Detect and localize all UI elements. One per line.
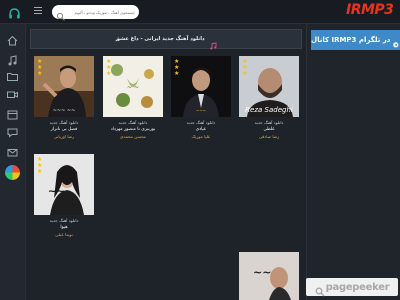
- svg-text:~~: ~~: [253, 266, 271, 279]
- magnifier-icon: [315, 282, 325, 297]
- song-card[interactable]: Reza Sadeghi ★ ★ ★ دانلود آهنگ جدید غلطی ر…: [239, 56, 299, 139]
- card-subtitle: دانلود آهنگ جدید: [49, 120, 79, 125]
- card-subtitle: دانلود آهنگ جدید: [118, 120, 148, 125]
- calendar-icon[interactable]: [6, 106, 19, 120]
- site-logo[interactable]: IRMP3: [346, 2, 394, 18]
- rating-stars: ★ ★ ★: [106, 58, 111, 77]
- svg-text:~~: ~~: [48, 186, 65, 197]
- top-header: IRMP3: [0, 0, 400, 24]
- card-subtitle: دانلود آهنگ جدید: [49, 218, 79, 223]
- search-icon[interactable]: [56, 7, 66, 21]
- song-card[interactable]: ~ ~ ★ ★ ★ دانلود آهنگ جدید بورنبری تا منصو…: [103, 56, 163, 139]
- rating-stars: ★ ★ ★: [174, 58, 179, 77]
- rating-stars: ★ ★ ★: [37, 156, 42, 175]
- album-cover[interactable]: ~~ ★ ★ ★: [34, 154, 94, 215]
- rating-stars: ★ ★ ★: [37, 58, 42, 77]
- card-subtitle: دانلود آهنگ جدید: [254, 120, 284, 125]
- song-card[interactable]: ~~~ ~~ ★ ★ ★ دانلود آهنگ جدید فصل بی ناترا…: [34, 56, 94, 139]
- card-title[interactable]: غلطی: [239, 127, 299, 132]
- svg-text:~~~ ~~: ~~~ ~~: [53, 108, 76, 114]
- telegram-icon: [393, 33, 399, 48]
- right-panel: کانال IRMP3 در تلگرام: [306, 24, 400, 300]
- song-card[interactable]: ~~ ★ ★ ★ دانلود آهنگ جدید هیوا نویدا غیلی: [34, 154, 94, 237]
- search-input[interactable]: [67, 6, 135, 18]
- menu-icon[interactable]: [34, 7, 42, 16]
- card-title[interactable]: هیوا: [34, 225, 94, 230]
- album-cover[interactable]: ~~~ ★ ★ ★: [171, 56, 231, 117]
- card-artist[interactable]: محسن محمدی: [103, 134, 163, 139]
- album-cover[interactable]: ~~~ ~~ ★ ★ ★: [34, 56, 94, 117]
- svg-text:Reza Sadeghi: Reza Sadeghi: [245, 106, 293, 114]
- card-artist[interactable]: رضا صادقی: [239, 134, 299, 139]
- card-artist[interactable]: نویدا غیلی: [34, 232, 94, 237]
- banner-title: دانلود آهنگ جدید ایرانی - داغ عشق: [115, 36, 205, 42]
- card-title[interactable]: بورنبری تا منصور مهرداد: [103, 127, 163, 132]
- album-cover[interactable]: ~~: [239, 252, 299, 300]
- mail-icon[interactable]: [6, 144, 19, 157]
- user-avatar[interactable]: [5, 165, 20, 180]
- left-sidebar: [0, 24, 26, 300]
- telegram-text: کانال IRMP3 در تلگرام: [311, 36, 391, 44]
- music-note-icon: [209, 35, 217, 50]
- album-cover[interactable]: ~ ~ ★ ★ ★: [103, 56, 163, 117]
- svg-text:~ ~: ~ ~: [127, 84, 139, 91]
- card-title[interactable]: عیادی: [171, 127, 231, 132]
- watermark: pagepeeker: [306, 278, 398, 297]
- card-subtitle: دانلود آهنگ جدید: [186, 120, 216, 125]
- song-card[interactable]: ~~~ ★ ★ ★ دانلود آهنگ جدید عیادی علیا موزی…: [171, 56, 231, 139]
- home-icon[interactable]: [6, 32, 19, 46]
- headphones-icon[interactable]: [8, 5, 21, 19]
- album-cover[interactable]: Reza Sadeghi ★ ★ ★: [239, 56, 299, 117]
- video-icon[interactable]: [6, 86, 19, 99]
- search-box[interactable]: [52, 5, 139, 21]
- card-title[interactable]: فصل بی ناترار: [34, 127, 94, 132]
- telegram-banner[interactable]: کانال IRMP3 در تلگرام: [311, 30, 400, 50]
- music-note-icon[interactable]: [6, 52, 19, 66]
- svg-text:~~~: ~~~: [196, 108, 206, 113]
- card-artist[interactable]: علیا موزیک: [171, 134, 231, 139]
- chat-icon[interactable]: [6, 124, 19, 138]
- folder-icon[interactable]: [6, 68, 19, 81]
- watermark-text: pagepeeker: [325, 281, 390, 293]
- card-artist[interactable]: رضا اوریانی: [34, 134, 94, 139]
- page-banner[interactable]: دانلود آهنگ جدید ایرانی - داغ عشق: [30, 29, 302, 50]
- rating-stars: ★ ★ ★: [242, 58, 247, 77]
